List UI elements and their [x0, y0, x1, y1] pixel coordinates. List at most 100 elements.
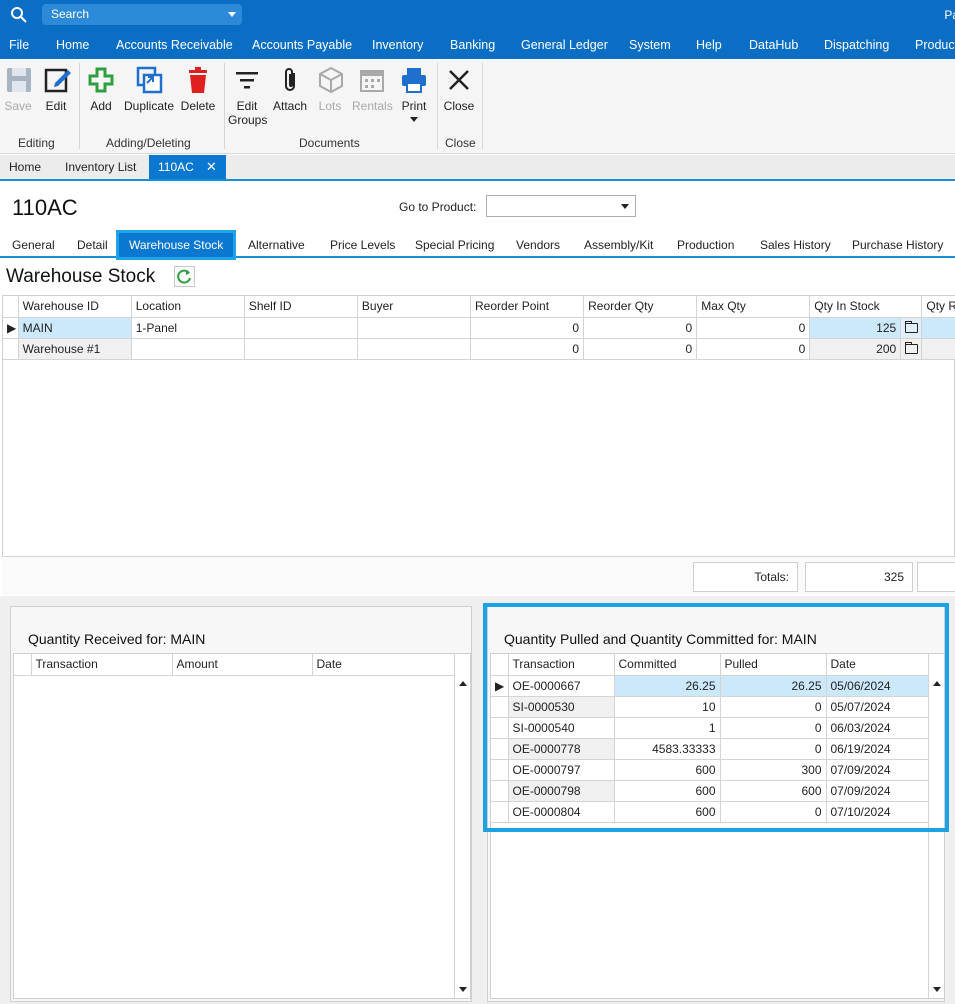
col-qty-in-stock[interactable]: Qty In Stock	[809, 296, 923, 318]
user-menu[interactable]: Pa	[944, 8, 955, 22]
col-reorder-qty[interactable]: Reorder Qty	[583, 296, 698, 318]
cell-shelf-id[interactable]	[244, 338, 358, 360]
cell-pulled[interactable]: 300	[720, 759, 827, 781]
menu-help[interactable]: Help	[696, 38, 722, 52]
duplicate-button[interactable]: Duplicate	[123, 65, 175, 113]
tab-110ac[interactable]: 110AC ✕	[149, 155, 226, 179]
table-row[interactable]: OE-0000778 4583.33333 0 06/19/2024	[491, 738, 930, 760]
cell-reorder-qty[interactable]: 0	[583, 317, 698, 339]
col-committed[interactable]: Committed	[614, 654, 721, 676]
cell-committed[interactable]: 10	[614, 696, 721, 718]
col-location[interactable]: Location	[131, 296, 245, 318]
cell-location[interactable]: 1-Panel	[131, 317, 245, 339]
subtab-detail[interactable]: Detail	[77, 232, 108, 258]
cell-qty-received[interactable]	[921, 317, 955, 339]
menu-inventory[interactable]: Inventory	[372, 38, 423, 52]
col-reorder-point[interactable]: Reorder Point	[470, 296, 585, 318]
col-pulled[interactable]: Pulled	[720, 654, 827, 676]
cell-reorder-qty[interactable]: 0	[583, 338, 698, 360]
menu-accounts-payable[interactable]: Accounts Payable	[252, 38, 352, 52]
cell-date[interactable]: 06/19/2024	[826, 738, 930, 760]
table-row[interactable]: ▶ MAIN 1-Panel 0 0 0 125	[3, 317, 955, 339]
col-qty-received[interactable]: Qty Re	[921, 296, 955, 318]
print-button[interactable]: Print	[398, 65, 430, 122]
folder-icon[interactable]	[900, 317, 923, 339]
cell-pulled[interactable]: 0	[720, 717, 827, 739]
cell-transaction[interactable]: OE-0000778	[508, 738, 615, 760]
scroll-down-icon[interactable]	[933, 987, 941, 992]
subtab-vendors[interactable]: Vendors	[516, 232, 560, 258]
table-row[interactable]: Warehouse #1 0 0 0 200	[3, 338, 955, 360]
cell-pulled[interactable]: 0	[720, 696, 827, 718]
menu-dispatching[interactable]: Dispatching	[824, 38, 889, 52]
vertical-scrollbar[interactable]	[454, 654, 470, 998]
cell-qty-in-stock[interactable]: 125	[809, 317, 902, 339]
cell-transaction[interactable]: SI-0000540	[508, 717, 615, 739]
edit-groups-button[interactable]: Edit Groups	[228, 65, 267, 127]
folder-icon[interactable]	[900, 338, 923, 360]
cell-buyer[interactable]	[357, 317, 472, 339]
cell-max-qty[interactable]: 0	[696, 338, 811, 360]
cell-committed[interactable]: 600	[614, 801, 721, 823]
col-date[interactable]: Date	[312, 654, 455, 676]
close-button[interactable]: Close	[443, 65, 475, 113]
scroll-up-icon[interactable]	[459, 681, 467, 686]
subtab-assembly-kit[interactable]: Assembly/Kit	[584, 232, 653, 258]
menu-file[interactable]: File	[9, 38, 29, 52]
tab-inventory-list[interactable]: Inventory List	[56, 155, 145, 179]
cell-date[interactable]: 07/09/2024	[826, 780, 930, 802]
col-amount[interactable]: Amount	[172, 654, 313, 676]
menu-product[interactable]: Product	[915, 38, 955, 52]
search-icon[interactable]	[10, 6, 28, 24]
menu-banking[interactable]: Banking	[450, 38, 495, 52]
col-date[interactable]: Date	[826, 654, 930, 676]
menu-datahub[interactable]: DataHub	[749, 38, 798, 52]
cell-transaction[interactable]: OE-0000804	[508, 801, 615, 823]
tab-home[interactable]: Home	[0, 155, 50, 179]
cell-pulled[interactable]: 0	[720, 801, 827, 823]
cell-date[interactable]: 05/07/2024	[826, 696, 930, 718]
rentals-button[interactable]: Rentals	[352, 65, 393, 113]
scroll-down-icon[interactable]	[459, 987, 467, 992]
close-tab-icon[interactable]: ✕	[206, 159, 217, 174]
cell-committed[interactable]: 1	[614, 717, 721, 739]
table-row[interactable]: ▶ OE-0000667 26.25 26.25 05/06/2024	[491, 675, 930, 697]
subtab-warehouse-stock[interactable]: Warehouse Stock	[115, 230, 237, 260]
cell-buyer[interactable]	[357, 338, 472, 360]
cell-pulled[interactable]: 26.25	[720, 675, 827, 697]
cell-committed[interactable]: 4583.33333	[614, 738, 721, 760]
subtab-purchase-history[interactable]: Purchase History	[852, 232, 943, 258]
cell-transaction[interactable]: OE-0000667	[508, 675, 615, 697]
cell-committed[interactable]: 600	[614, 759, 721, 781]
cell-transaction[interactable]: SI-0000530	[508, 696, 615, 718]
delete-button[interactable]: Delete	[180, 65, 216, 113]
cell-warehouse-id[interactable]: Warehouse #1	[18, 338, 132, 360]
cell-transaction[interactable]: OE-0000798	[508, 780, 615, 802]
add-button[interactable]: Add	[86, 65, 116, 113]
cell-location[interactable]	[131, 338, 245, 360]
subtab-price-levels[interactable]: Price Levels	[330, 232, 395, 258]
col-transaction[interactable]: Transaction	[31, 654, 173, 676]
cell-pulled[interactable]: 0	[720, 738, 827, 760]
search-input[interactable]: Search	[42, 4, 242, 25]
scroll-up-icon[interactable]	[933, 681, 941, 686]
cell-transaction[interactable]: OE-0000797	[508, 759, 615, 781]
subtab-special-pricing[interactable]: Special Pricing	[415, 232, 494, 258]
edit-button[interactable]: Edit	[42, 65, 71, 113]
cell-date[interactable]: 07/10/2024	[826, 801, 930, 823]
subtab-production[interactable]: Production	[677, 232, 734, 258]
lots-button[interactable]: Lots	[316, 65, 344, 113]
cell-committed[interactable]: 600	[614, 780, 721, 802]
cell-reorder-point[interactable]: 0	[470, 317, 585, 339]
col-max-qty[interactable]: Max Qty	[696, 296, 811, 318]
refresh-button[interactable]	[174, 266, 195, 287]
cell-shelf-id[interactable]	[244, 317, 358, 339]
cell-reorder-point[interactable]: 0	[470, 338, 585, 360]
col-warehouse-id[interactable]: Warehouse ID	[18, 296, 132, 318]
attach-button[interactable]: Attach	[272, 65, 308, 113]
goto-product-select[interactable]	[486, 195, 636, 217]
cell-pulled[interactable]: 600	[720, 780, 827, 802]
subtab-general[interactable]: General	[12, 232, 55, 258]
menu-system[interactable]: System	[629, 38, 671, 52]
cell-date[interactable]: 06/03/2024	[826, 717, 930, 739]
